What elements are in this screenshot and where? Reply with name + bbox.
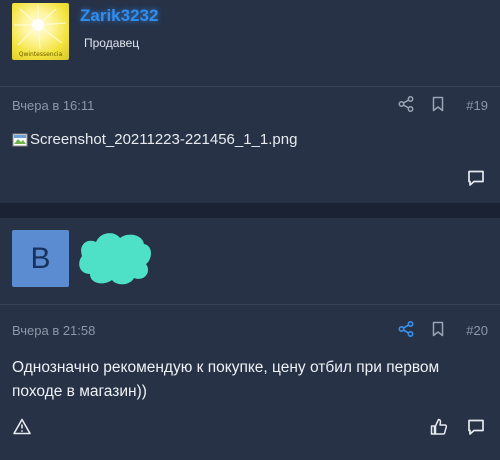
post-19: Qwintessencia Zarik3232 Продавец Вчера в… — [0, 0, 500, 203]
share-icon[interactable] — [397, 320, 415, 338]
post-date[interactable]: Вчера в 21:58 — [12, 323, 95, 338]
avatar[interactable]: B — [12, 230, 69, 287]
share-icon[interactable] — [397, 95, 415, 113]
post-header: Qwintessencia Zarik3232 Продавец — [0, 0, 500, 80]
post-date[interactable]: Вчера в 16:11 — [12, 98, 94, 113]
bookmark-icon[interactable] — [429, 95, 447, 113]
divider — [0, 304, 500, 305]
avatar[interactable]: Qwintessencia — [12, 3, 69, 60]
like-icon[interactable] — [429, 417, 449, 437]
comment-icon[interactable] — [466, 417, 486, 437]
attachment-filename: Screenshot_20211223-221456_1_1.png — [30, 131, 298, 148]
post-meta: Вчера в 16:11 #19 — [0, 89, 500, 119]
post-meta: Вчера в 21:58 #20 — [0, 314, 500, 344]
divider — [0, 86, 500, 87]
comment-icon[interactable] — [466, 168, 486, 188]
broken-image-icon — [12, 133, 28, 146]
avatar-caption: Qwintessencia — [18, 51, 63, 58]
username-redacted-blob — [79, 233, 151, 285]
bookmark-icon[interactable] — [429, 320, 447, 338]
post-number[interactable]: #20 — [466, 323, 488, 338]
user-role: Продавец — [84, 36, 140, 50]
report-icon[interactable] — [12, 417, 32, 437]
post-20: B Вчера в 21:58 #20 Однозначно рекоменду… — [0, 218, 500, 460]
post-number[interactable]: #19 — [466, 98, 488, 113]
post-message: Однозначно рекомендую к покупке, цену от… — [12, 359, 440, 400]
attachment[interactable]: Screenshot_20211223-221456_1_1.png — [12, 131, 297, 148]
username[interactable]: Zarik3232 — [80, 6, 158, 26]
